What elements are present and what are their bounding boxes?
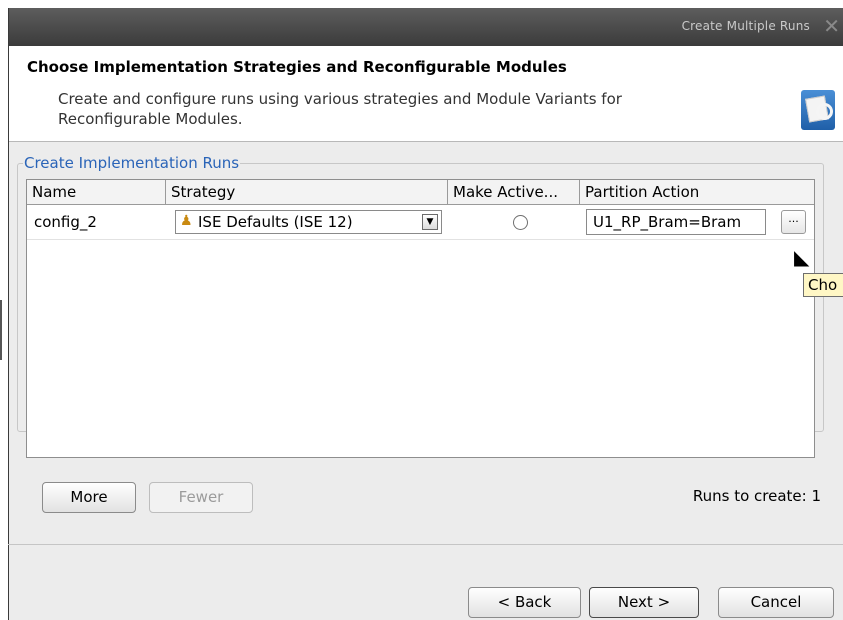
cell-name: config_2 bbox=[27, 205, 166, 239]
table-row[interactable]: config_2 ♟ ISE Defaults (ISE 12) ▼ U1_RP… bbox=[27, 205, 814, 240]
strategy-select[interactable]: ♟ ISE Defaults (ISE 12) ▼ bbox=[175, 210, 442, 234]
wizard-header: Choose Implementation Strategies and Rec… bbox=[9, 46, 843, 142]
runs-table: Name Strategy Make Active... Partition A… bbox=[26, 179, 815, 458]
column-header-strategy[interactable]: Strategy bbox=[166, 180, 448, 204]
back-button[interactable]: < Back bbox=[468, 587, 581, 618]
background-mark bbox=[0, 300, 2, 360]
column-header-name[interactable]: Name bbox=[27, 180, 166, 204]
document-search-icon bbox=[801, 90, 835, 130]
column-header-partition-action[interactable]: Partition Action bbox=[580, 180, 814, 204]
runs-to-create: Runs to create: 1 bbox=[692, 487, 821, 505]
next-button[interactable]: Next > bbox=[589, 587, 699, 618]
tooltip: Cho bbox=[803, 273, 843, 297]
chevron-down-icon[interactable]: ▼ bbox=[422, 214, 438, 230]
close-icon[interactable]: ✕ bbox=[823, 16, 840, 36]
title-bar[interactable]: Create Multiple Runs ✕ bbox=[9, 8, 843, 46]
header-description: Create and configure runs using various … bbox=[58, 90, 622, 128]
table-header: Name Strategy Make Active... Partition A… bbox=[27, 180, 814, 205]
make-active-radio[interactable] bbox=[513, 215, 528, 230]
mouse-cursor-icon: ◣ bbox=[794, 245, 810, 269]
more-button[interactable]: More bbox=[42, 482, 136, 513]
background-strip bbox=[0, 0, 843, 8]
window-title: Create Multiple Runs bbox=[681, 19, 810, 33]
separator bbox=[8, 544, 843, 545]
group-legend: Create Implementation Runs bbox=[24, 154, 240, 172]
run-name: config_2 bbox=[34, 213, 97, 231]
column-header-make-active[interactable]: Make Active... bbox=[448, 180, 580, 204]
strategy-person-icon: ♟ bbox=[180, 213, 193, 229]
fewer-button[interactable]: Fewer bbox=[149, 482, 253, 513]
choose-partition-button[interactable]: ... bbox=[781, 210, 806, 234]
header-title: Choose Implementation Strategies and Rec… bbox=[27, 58, 567, 76]
strategy-value: ISE Defaults (ISE 12) bbox=[198, 213, 353, 231]
partition-action-field[interactable]: U1_RP_Bram=Bram bbox=[586, 209, 766, 235]
cancel-button[interactable]: Cancel bbox=[718, 587, 834, 618]
